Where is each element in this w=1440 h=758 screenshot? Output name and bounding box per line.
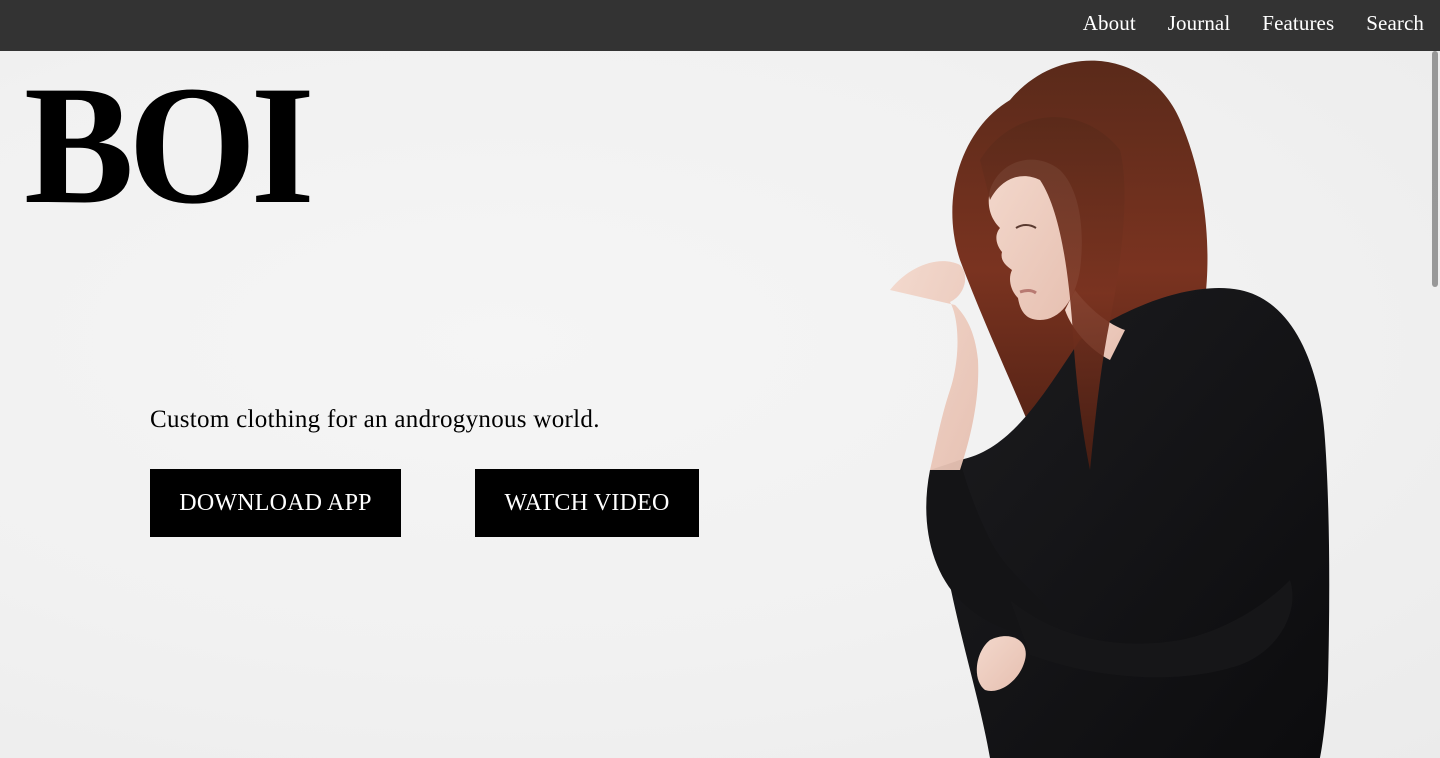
page-scrollbar[interactable] xyxy=(1430,51,1440,758)
hero-model-image xyxy=(890,60,1330,758)
nav-link-search[interactable]: Search xyxy=(1366,0,1424,49)
landing-page: About Journal Features Search BOI Custom… xyxy=(0,0,1440,758)
scrollbar-thumb[interactable] xyxy=(1432,51,1438,287)
download-app-button[interactable]: DOWNLOAD APP xyxy=(150,469,401,537)
hero-tagline: Custom clothing for an androgynous world… xyxy=(150,406,600,433)
brand-logo[interactable]: BOI xyxy=(24,60,315,230)
top-nav-bar: About Journal Features Search xyxy=(0,0,1440,51)
nav-link-features[interactable]: Features xyxy=(1262,0,1334,49)
watch-video-button[interactable]: WATCH VIDEO xyxy=(475,469,699,537)
main-nav: About Journal Features Search xyxy=(1083,0,1424,51)
nav-link-journal[interactable]: Journal xyxy=(1168,0,1231,49)
nav-link-about[interactable]: About xyxy=(1083,0,1136,49)
